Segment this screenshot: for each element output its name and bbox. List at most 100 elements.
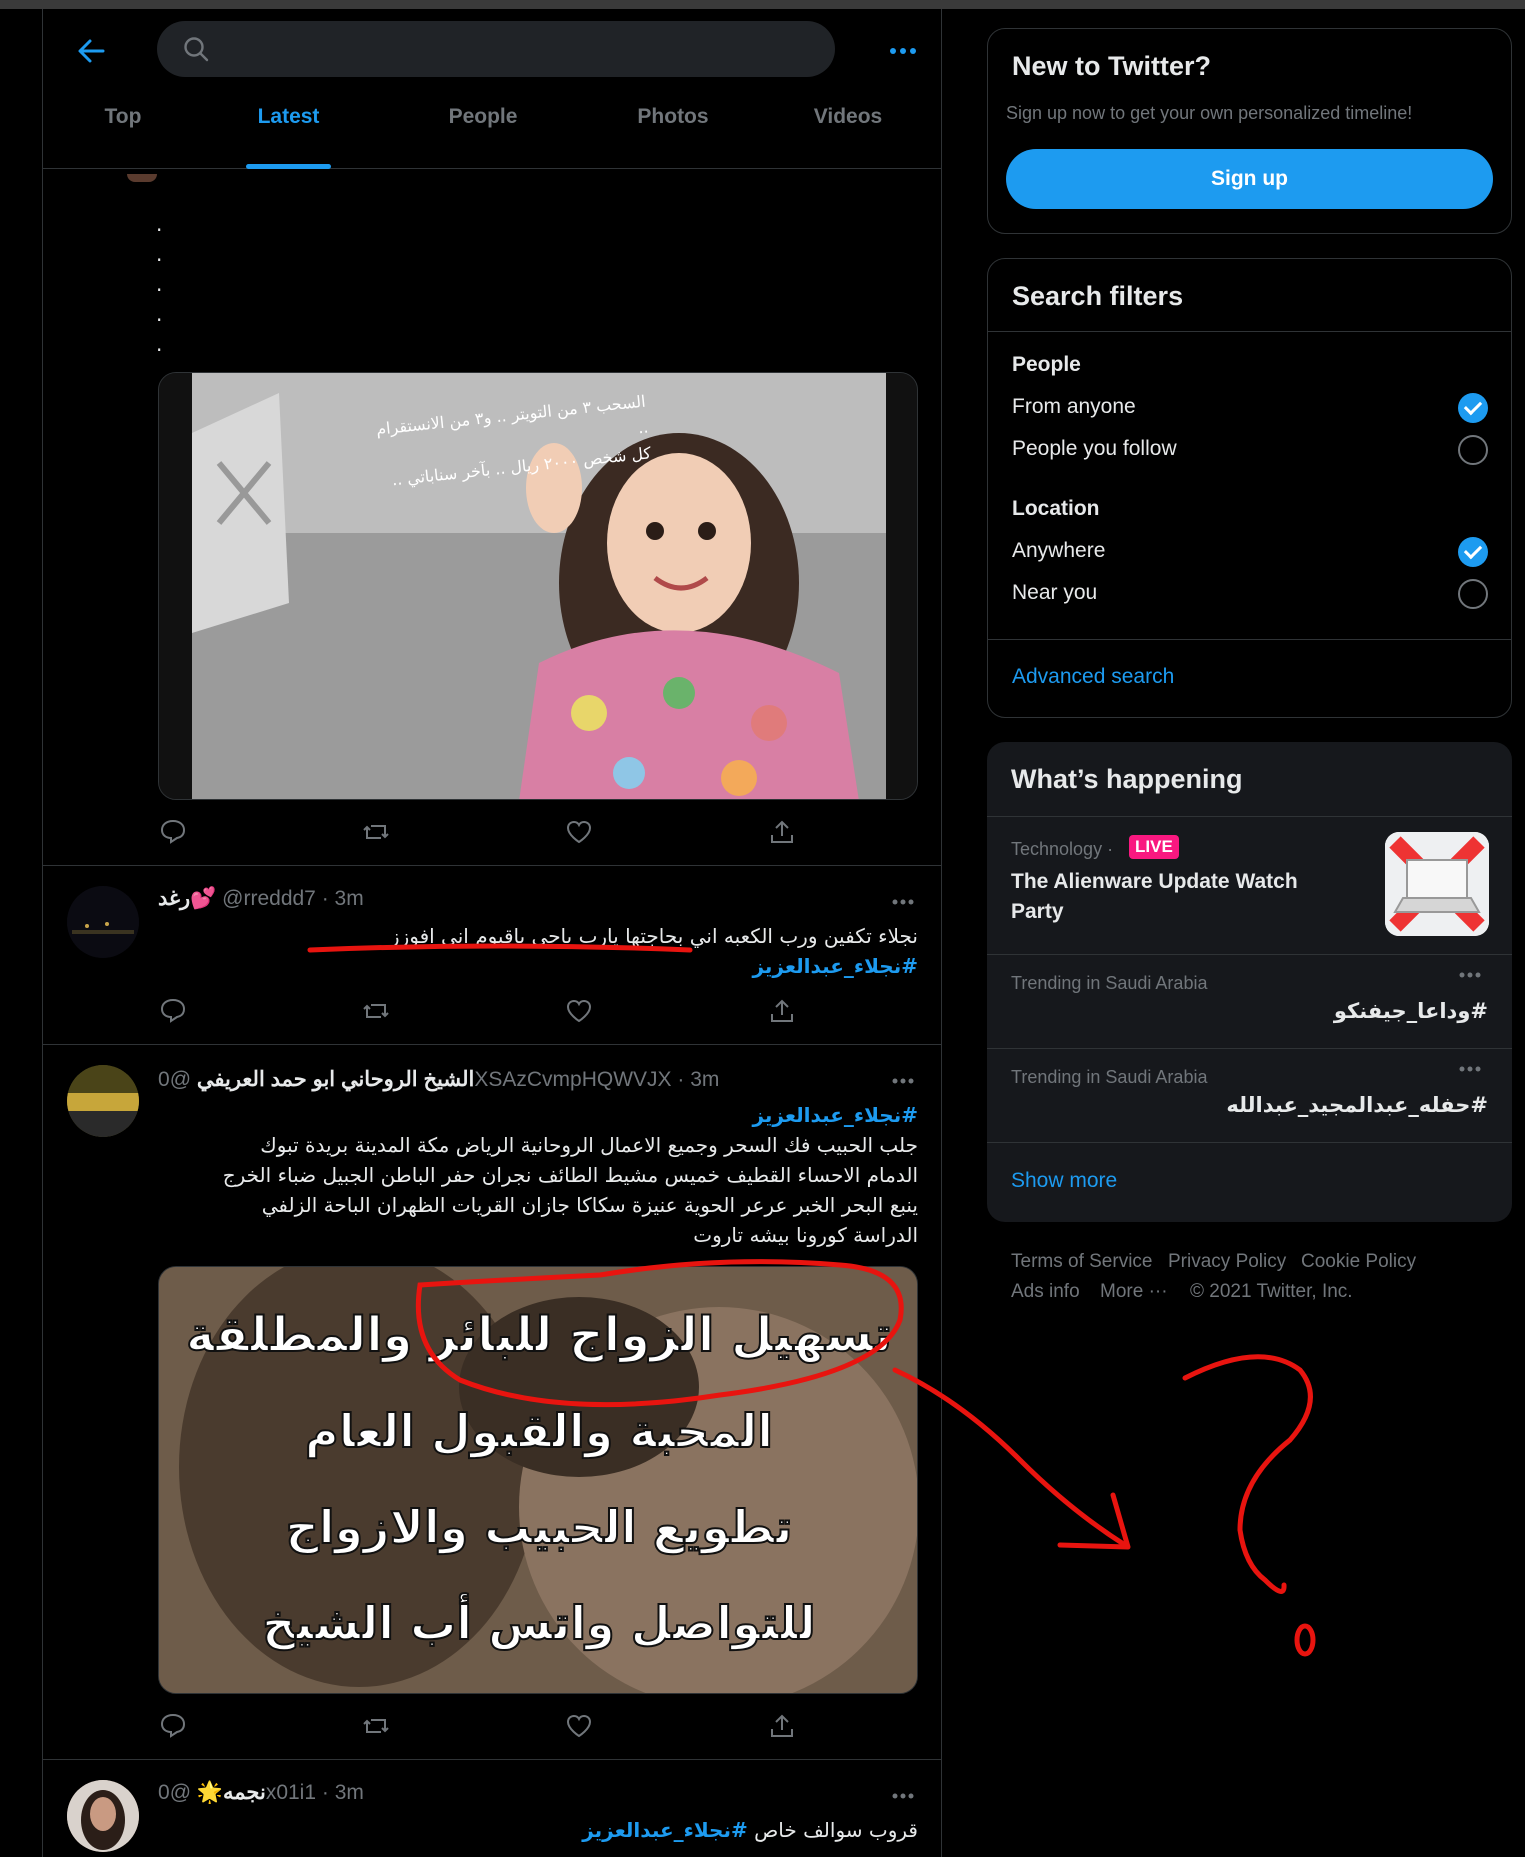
signup-title: New to Twitter? (1012, 51, 1211, 81)
tab-people[interactable]: People (423, 105, 543, 169)
tweet-body: قروب سوالف خاص (754, 1818, 918, 1842)
more-link[interactable]: More ··· (1100, 1281, 1168, 1303)
dot: . (156, 332, 163, 356)
avatar[interactable] (67, 886, 139, 958)
tweet-line: جلب الحبيب فك السحر وجميع الاعمال الروحا… (260, 1133, 918, 1157)
tweet-photo[interactable]: السحب ٣ من التويتر .. و٣ من الانستقرام .… (158, 372, 918, 800)
trend-title: The Alienware Update Watch Party (1011, 870, 1298, 923)
alienware-laptop-thumbnail (1385, 832, 1489, 936)
like-icon[interactable] (564, 1711, 594, 1741)
near-you-label[interactable]: Near you (1012, 581, 1097, 605)
hashtag-link[interactable]: #نجلاء_عبدالعزيز (582, 1818, 748, 1842)
ad-line: المحبة والقبول العام (304, 1403, 774, 1459)
location-heading: Location (1012, 497, 1100, 520)
trend-more-icon[interactable] (1455, 1059, 1485, 1083)
timestamp[interactable]: 3m (335, 1781, 364, 1804)
tweet-body: نجلاء تكفين ورب الكعبه اني بحاجتها يارب … (389, 924, 918, 948)
avatar[interactable] (67, 1065, 139, 1137)
search-input[interactable] (227, 31, 807, 67)
tab-photos[interactable]: Photos (603, 105, 743, 169)
reply-icon[interactable] (158, 1711, 188, 1741)
separator: · (321, 887, 329, 910)
avatar[interactable] (67, 1780, 139, 1852)
search-icon (183, 36, 209, 66)
question-mark-dot-annotation (1294, 1623, 1316, 1657)
hashtag-link[interactable]: #نجلاء_عبدالعزيز (158, 1100, 918, 1130)
tab-latest[interactable]: Latest (246, 105, 331, 169)
retweet-icon[interactable] (361, 996, 391, 1026)
cookie-link[interactable]: Cookie Policy (1301, 1251, 1416, 1273)
trend-item[interactable]: Trending in Saudi Arabia #وداعا_جيفنكو (987, 955, 1512, 1047)
display-name[interactable]: رغد💕 (158, 887, 216, 910)
tab-top[interactable]: Top (63, 105, 183, 169)
trend-more-icon[interactable] (1455, 965, 1485, 989)
share-icon[interactable] (767, 817, 797, 847)
tweet-more-icon[interactable] (888, 1071, 918, 1091)
question-mark-annotation (1182, 1354, 1313, 1594)
share-icon[interactable] (767, 996, 797, 1026)
trend-title: #وداعا_جيفنكو (1333, 999, 1488, 1023)
back-arrow-icon[interactable] (73, 33, 109, 69)
happening-title: What’s happening (1011, 764, 1243, 794)
arrowhead-annotation (1057, 1492, 1131, 1550)
people-you-follow-label[interactable]: People you follow (1012, 437, 1177, 461)
from-anyone-radio[interactable] (1458, 393, 1488, 423)
tweet[interactable]: الشيخ الروحاني ابو حمد العريفي @0XSAzCvm… (43, 1045, 941, 1760)
share-icon[interactable] (767, 1711, 797, 1741)
tweet[interactable]: رغد💕 @rreddd7 · 3m نجلاء تكفين ورب الكعب… (43, 866, 941, 1045)
avatar-fragment (127, 174, 157, 182)
people-heading: People (1012, 353, 1081, 376)
tab-label: Latest (257, 105, 320, 128)
copyright: © 2021 Twitter, Inc. (1190, 1281, 1353, 1302)
tweet[interactable]: . . . . . السحب ٣ من التويتر .. و٣ من ال… (43, 169, 941, 866)
dot: . (156, 272, 163, 296)
search-filters-card: Search filters People From anyone People… (987, 258, 1512, 718)
filters-title: Search filters (1012, 281, 1184, 311)
terms-link[interactable]: Terms of Service (1011, 1251, 1152, 1273)
near-you-radio[interactable] (1458, 579, 1488, 609)
retweet-icon[interactable] (361, 1711, 391, 1741)
tweet-line: الدمام الاحساء القطيف خميس مشيط الطائف ن… (222, 1163, 918, 1187)
tweet-actions (158, 1711, 918, 1741)
handle[interactable]: @rreddd7 (222, 887, 316, 910)
dot: . (156, 242, 163, 266)
trend-item[interactable]: Technology · LIVE The Alienware Update W… (987, 817, 1512, 936)
signup-button[interactable]: Sign up (1006, 149, 1493, 209)
privacy-link[interactable]: Privacy Policy (1168, 1251, 1286, 1273)
whats-happening-card: What’s happening Technology · LIVE The A… (987, 742, 1512, 1222)
ad-line: تسهيل الزواج للبائر والمطلقة (185, 1306, 893, 1364)
tab-label: Photos (637, 105, 709, 128)
like-icon[interactable] (564, 996, 594, 1026)
tab-label: Videos (813, 105, 883, 128)
reply-icon[interactable] (158, 996, 188, 1026)
advanced-search-link[interactable]: Advanced search (1012, 665, 1174, 689)
trend-title: #حفله_عبدالمجيد_عبدالله (1226, 1093, 1488, 1117)
anywhere-radio[interactable] (1458, 537, 1488, 567)
from-anyone-label[interactable]: From anyone (1012, 395, 1136, 419)
reply-icon[interactable] (158, 817, 188, 847)
ad-image-text: تسهيل الزواج للبائر والمطلقة المحبة والق… (159, 1287, 917, 1671)
separator: · (677, 1068, 685, 1091)
tweet-photo[interactable]: تسهيل الزواج للبائر والمطلقة المحبة والق… (158, 1266, 918, 1694)
show-more-link[interactable]: Show more (1011, 1169, 1117, 1193)
hashtag-link[interactable]: #نجلاء_عبدالعزيز (158, 951, 918, 981)
people-you-follow-radio[interactable] (1458, 435, 1488, 465)
tweet[interactable]: نجمه🌟 @0x01i1 · 3m قروب سوالف خاص #نجلاء… (43, 1760, 941, 1857)
ads-info-link[interactable]: Ads info (1011, 1281, 1080, 1303)
retweet-icon[interactable] (361, 817, 391, 847)
timestamp[interactable]: 3m (690, 1068, 719, 1091)
display-name[interactable]: نجمه🌟 (197, 1781, 266, 1804)
tweet-more-icon[interactable] (888, 1786, 918, 1806)
timestamp[interactable]: 3m (335, 887, 364, 910)
trend-item[interactable]: Trending in Saudi Arabia #حفله_عبدالمجيد… (987, 1049, 1512, 1141)
like-icon[interactable] (564, 817, 594, 847)
tab-videos[interactable]: Videos (788, 105, 908, 169)
more-options-icon[interactable] (881, 33, 925, 69)
tweet-more-icon[interactable] (888, 892, 918, 912)
tweet-meta: رغد💕 @rreddd7 · 3m (158, 886, 364, 911)
display-name[interactable]: الشيخ الروحاني ابو حمد العريفي (197, 1068, 474, 1091)
tweet-meta: الشيخ الروحاني ابو حمد العريفي @0XSAzCvm… (158, 1067, 719, 1092)
ad-line: تطويع الحبيب والازواج (285, 1499, 794, 1555)
anywhere-label[interactable]: Anywhere (1012, 539, 1105, 563)
search-box[interactable] (157, 21, 835, 77)
